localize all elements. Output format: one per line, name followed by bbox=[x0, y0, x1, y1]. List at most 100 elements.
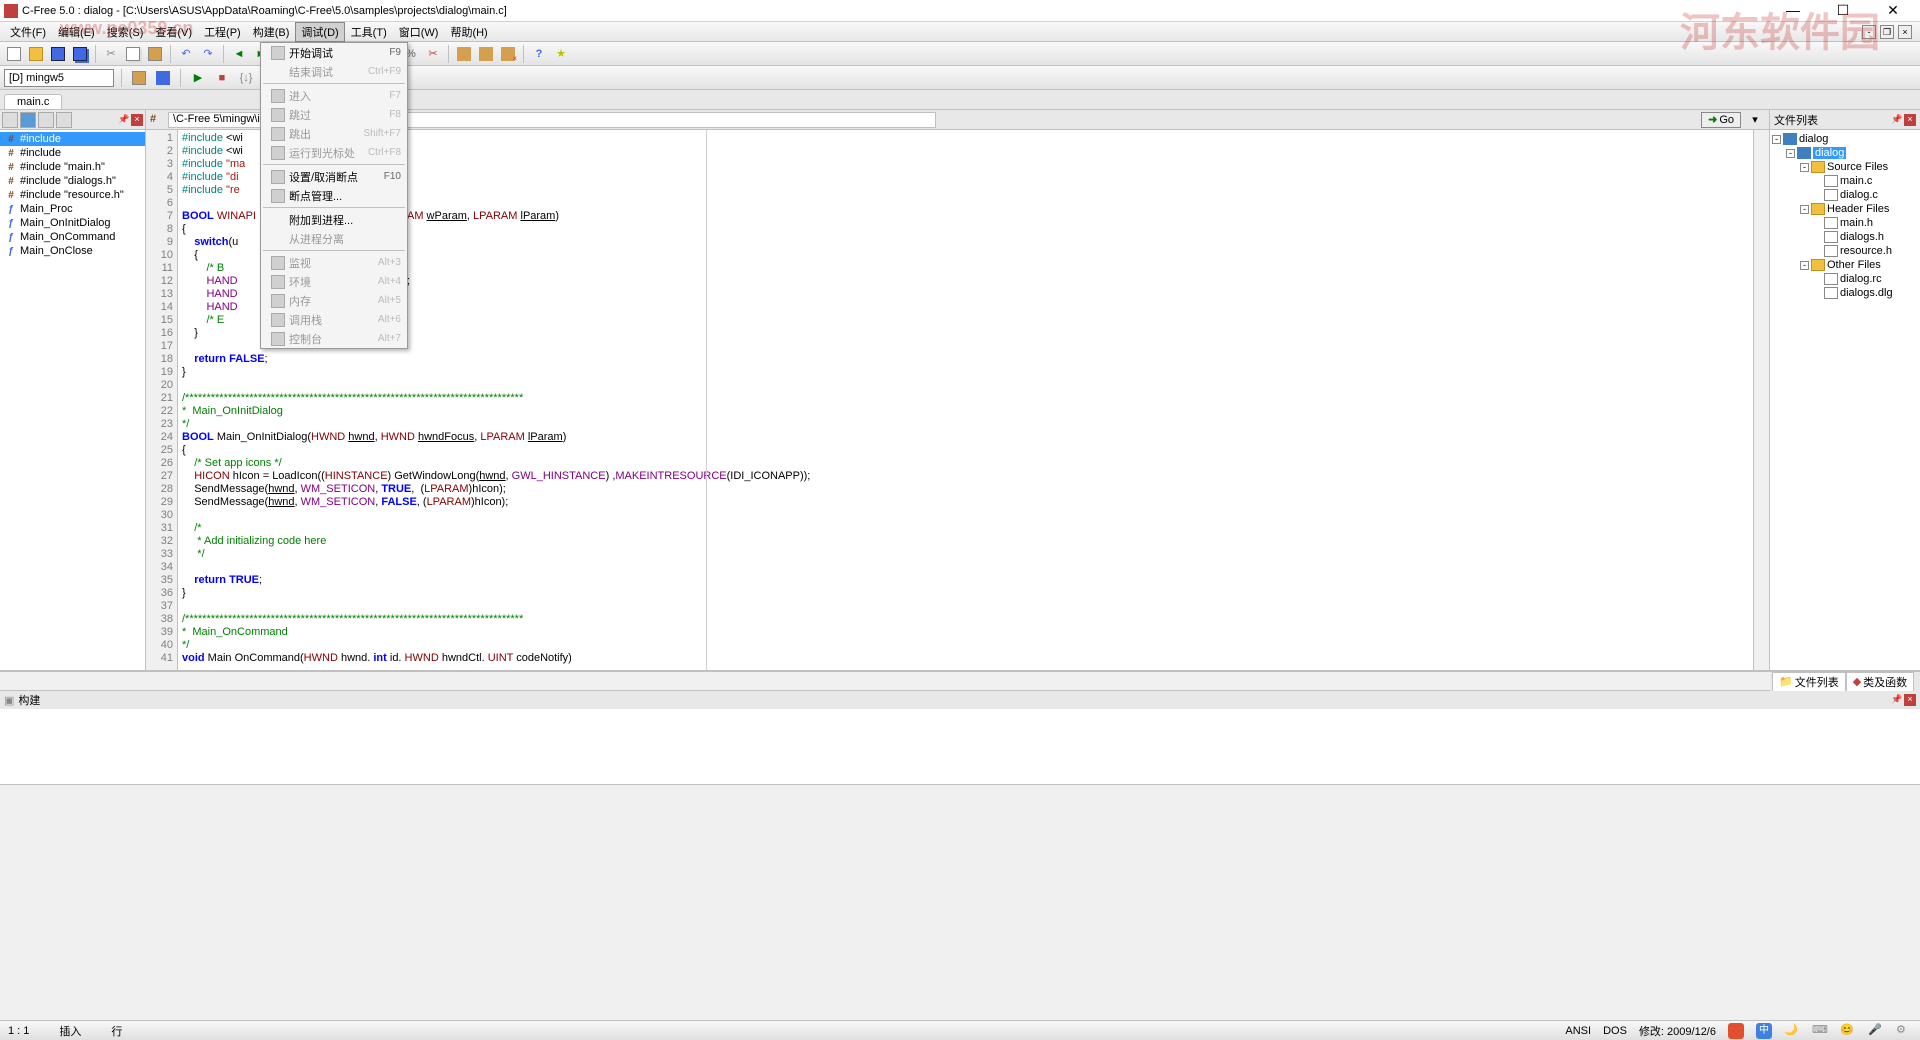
tree-folder[interactable]: -Header Files bbox=[1772, 202, 1918, 216]
compiler-select[interactable]: [D] mingw5 bbox=[4, 69, 114, 87]
tree-folder[interactable]: -Source Files bbox=[1772, 160, 1918, 174]
tray-icon-6[interactable]: 🎤 bbox=[1868, 1023, 1884, 1039]
menu-9[interactable]: 帮助(H) bbox=[444, 22, 493, 42]
tab-filelist[interactable]: 📁文件列表 bbox=[1772, 672, 1846, 692]
symbol-tab-4[interactable] bbox=[56, 112, 72, 128]
tree-folder[interactable]: -Other Files bbox=[1772, 258, 1918, 272]
collapse-icon[interactable]: - bbox=[1772, 135, 1781, 144]
symbol-tab-1[interactable] bbox=[2, 112, 18, 128]
indent-button[interactable] bbox=[454, 44, 474, 64]
tree-file[interactable]: dialog.rc bbox=[1772, 272, 1918, 286]
comment-button[interactable]: × bbox=[498, 44, 518, 64]
compile-button[interactable] bbox=[129, 68, 149, 88]
horizontal-scrollbar[interactable] bbox=[0, 671, 1770, 687]
tray-icon-4[interactable]: ⌨ bbox=[1812, 1023, 1828, 1039]
tray-icon-5[interactable]: 😊 bbox=[1840, 1023, 1856, 1039]
menu-0[interactable]: 文件(F) bbox=[4, 22, 52, 42]
tree-file[interactable]: dialog.c bbox=[1772, 188, 1918, 202]
tray-icon-3[interactable]: 🌙 bbox=[1784, 1023, 1800, 1039]
tray-icon-1[interactable] bbox=[1728, 1023, 1744, 1039]
mdi-restore[interactable]: ❐ bbox=[1880, 25, 1894, 39]
filelist-pin[interactable]: 📌 bbox=[1891, 114, 1903, 126]
symbol-item[interactable]: ##include "dialogs.h" bbox=[0, 174, 145, 188]
menu-1[interactable]: 编辑(E) bbox=[52, 22, 101, 42]
menu-6[interactable]: 调试(D) bbox=[295, 22, 344, 42]
stack-icon bbox=[271, 313, 285, 327]
menu-item-断点管理...[interactable]: 断点管理... bbox=[261, 186, 407, 205]
tray-icon-2[interactable]: 中 bbox=[1756, 1023, 1772, 1039]
collapse-icon[interactable]: - bbox=[1800, 205, 1809, 214]
collapse-icon[interactable]: - bbox=[1786, 149, 1795, 158]
status-encoding: ANSI bbox=[1565, 1025, 1591, 1037]
file-icon bbox=[1824, 217, 1838, 229]
stop-button[interactable]: ■ bbox=[212, 68, 232, 88]
symbol-tab-3[interactable] bbox=[38, 112, 54, 128]
tray-icon-7[interactable]: ⚙ bbox=[1896, 1023, 1912, 1039]
tree-project[interactable]: -dialog bbox=[1772, 146, 1918, 160]
function-icon: ƒ bbox=[4, 245, 18, 257]
run-button[interactable]: ▶ bbox=[188, 68, 208, 88]
build-close[interactable]: × bbox=[1904, 694, 1916, 706]
menu-7[interactable]: 工具(T) bbox=[345, 22, 393, 42]
mdi-close[interactable]: × bbox=[1898, 25, 1912, 39]
save-all-button[interactable] bbox=[70, 44, 90, 64]
symbol-item[interactable]: ##include bbox=[0, 132, 145, 146]
vertical-scrollbar[interactable] bbox=[1753, 130, 1769, 670]
symbol-item[interactable]: ##include "resource.h" bbox=[0, 188, 145, 202]
build-pin[interactable]: 📌 bbox=[1891, 694, 1903, 706]
maximize-button[interactable]: ☐ bbox=[1828, 2, 1858, 19]
step-over-icon bbox=[271, 108, 285, 122]
tree-root[interactable]: -dialog bbox=[1772, 132, 1918, 146]
tree-file[interactable]: resource.h bbox=[1772, 244, 1918, 258]
collapse-icon[interactable]: - bbox=[1800, 261, 1809, 270]
menu-5[interactable]: 构建(B) bbox=[247, 22, 296, 42]
editor-dropdown[interactable]: ▾ bbox=[1745, 110, 1765, 130]
symbol-close[interactable]: × bbox=[131, 114, 143, 126]
about-button[interactable]: ★ bbox=[551, 44, 571, 64]
menu-8[interactable]: 窗口(W) bbox=[393, 22, 445, 42]
tree-file[interactable]: main.c bbox=[1772, 174, 1918, 188]
symbol-item[interactable]: ##include bbox=[0, 146, 145, 160]
menu-4[interactable]: 工程(P) bbox=[198, 22, 247, 42]
copy-button[interactable] bbox=[123, 44, 143, 64]
paste-button[interactable] bbox=[145, 44, 165, 64]
tab-classes[interactable]: ◆类及函数 bbox=[1846, 672, 1914, 692]
menu-item-开始调试[interactable]: 开始调试F9 bbox=[261, 43, 407, 62]
symbol-tab-2[interactable] bbox=[20, 112, 36, 128]
menu-item-附加到进程...[interactable]: 附加到进程... bbox=[261, 210, 407, 229]
menu-3[interactable]: 查看(V) bbox=[149, 22, 198, 42]
help-button[interactable]: ? bbox=[529, 44, 549, 64]
tree-file[interactable]: dialogs.h bbox=[1772, 230, 1918, 244]
file-tab-main[interactable]: main.c bbox=[4, 94, 62, 109]
close-button[interactable]: ✕ bbox=[1878, 2, 1908, 19]
symbol-item[interactable]: ƒMain_OnClose bbox=[0, 244, 145, 258]
build-hscroll[interactable] bbox=[0, 784, 1920, 800]
nav-back-button[interactable]: ◄ bbox=[229, 44, 249, 64]
tree-file[interactable]: dialogs.dlg bbox=[1772, 286, 1918, 300]
tool-b-button[interactable]: ✂ bbox=[423, 44, 443, 64]
build-button[interactable] bbox=[153, 68, 173, 88]
symbol-item[interactable]: ƒMain_Proc bbox=[0, 202, 145, 216]
undo-button[interactable]: ↶ bbox=[176, 44, 196, 64]
cut-button[interactable]: ✂ bbox=[101, 44, 121, 64]
symbol-item[interactable]: ƒMain_OnInitDialog bbox=[0, 216, 145, 230]
open-file-button[interactable] bbox=[26, 44, 46, 64]
go-button[interactable]: ➜Go bbox=[1701, 112, 1741, 128]
tree-file[interactable]: main.h bbox=[1772, 216, 1918, 230]
minimize-button[interactable]: — bbox=[1778, 2, 1808, 19]
outdent-button[interactable] bbox=[476, 44, 496, 64]
collapse-icon[interactable]: - bbox=[1800, 163, 1809, 172]
symbol-item[interactable]: ##include "main.h" bbox=[0, 160, 145, 174]
redo-button[interactable]: ↷ bbox=[198, 44, 218, 64]
symbol-pin[interactable]: 📌 bbox=[118, 114, 130, 126]
menu-2[interactable]: 搜索(S) bbox=[101, 22, 150, 42]
menu-item-设置/取消断点[interactable]: 设置/取消断点F10 bbox=[261, 167, 407, 186]
new-file-button[interactable] bbox=[4, 44, 24, 64]
step-in-icon bbox=[271, 89, 285, 103]
mdi-minimize[interactable]: - bbox=[1862, 25, 1876, 39]
build-output[interactable] bbox=[0, 709, 1920, 784]
symbol-item[interactable]: ƒMain_OnCommand bbox=[0, 230, 145, 244]
debug-step-button[interactable]: {↓} bbox=[236, 68, 256, 88]
filelist-close[interactable]: × bbox=[1904, 114, 1916, 126]
save-button[interactable] bbox=[48, 44, 68, 64]
